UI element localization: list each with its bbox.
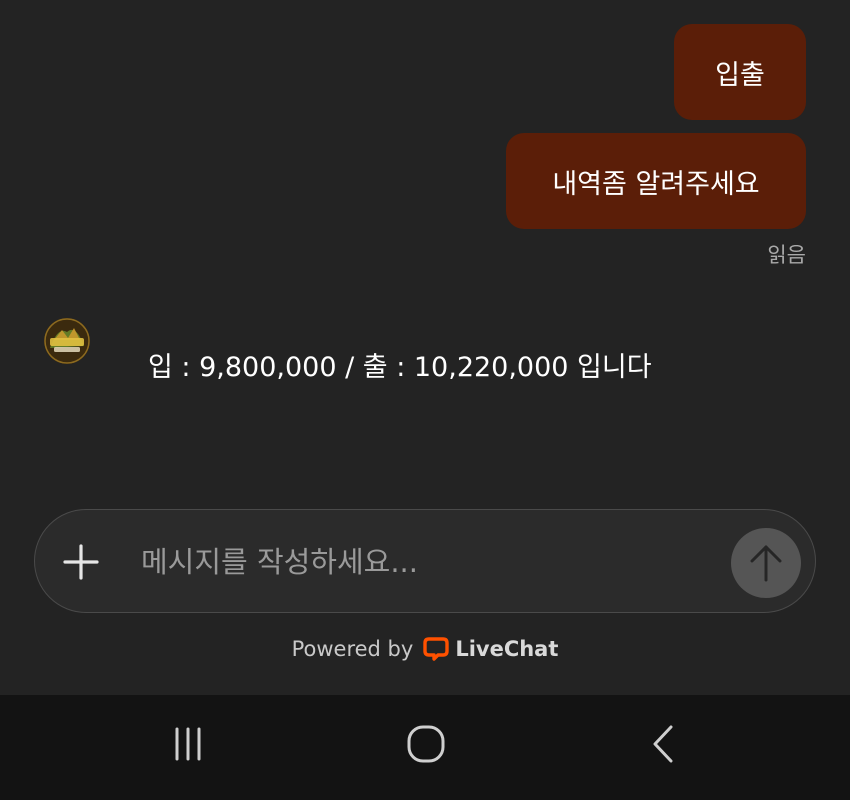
home-button[interactable] xyxy=(396,719,456,769)
agent-avatar xyxy=(44,318,90,364)
powered-by-label: Powered by xyxy=(291,637,414,661)
outgoing-message: 내역좀 알려주세요 xyxy=(506,133,806,229)
message-input[interactable] xyxy=(141,536,721,588)
system-nav-bar xyxy=(0,695,850,800)
livechat-logo-icon xyxy=(423,637,450,661)
back-icon xyxy=(653,725,673,763)
recents-button[interactable] xyxy=(158,719,218,769)
outgoing-message: 입출 xyxy=(674,24,806,120)
back-button[interactable] xyxy=(634,719,694,769)
message-composer xyxy=(34,509,816,613)
outgoing-message-text: 내역좀 알려주세요 xyxy=(552,168,760,200)
recents-icon xyxy=(175,727,201,761)
powered-by: Powered by LiveChat xyxy=(0,636,850,662)
avatar-image xyxy=(44,318,90,364)
home-icon xyxy=(407,725,445,763)
livechat-link[interactable]: LiveChat xyxy=(423,636,558,662)
outgoing-message-text: 입출 xyxy=(715,59,765,91)
send-arrow-icon xyxy=(750,545,782,582)
incoming-message: 입 : 9,800,000 / 출 : 10,220,000 입니다 xyxy=(148,352,652,383)
livechat-label: LiveChat xyxy=(455,637,559,661)
read-receipt: 읽음 xyxy=(767,243,806,267)
chat-screen: 입출 내역좀 알려주세요 읽음 입 : 9,800,000 / 출 : 10,2… xyxy=(0,0,850,800)
plus-icon[interactable] xyxy=(63,544,99,580)
send-button[interactable] xyxy=(731,528,801,598)
